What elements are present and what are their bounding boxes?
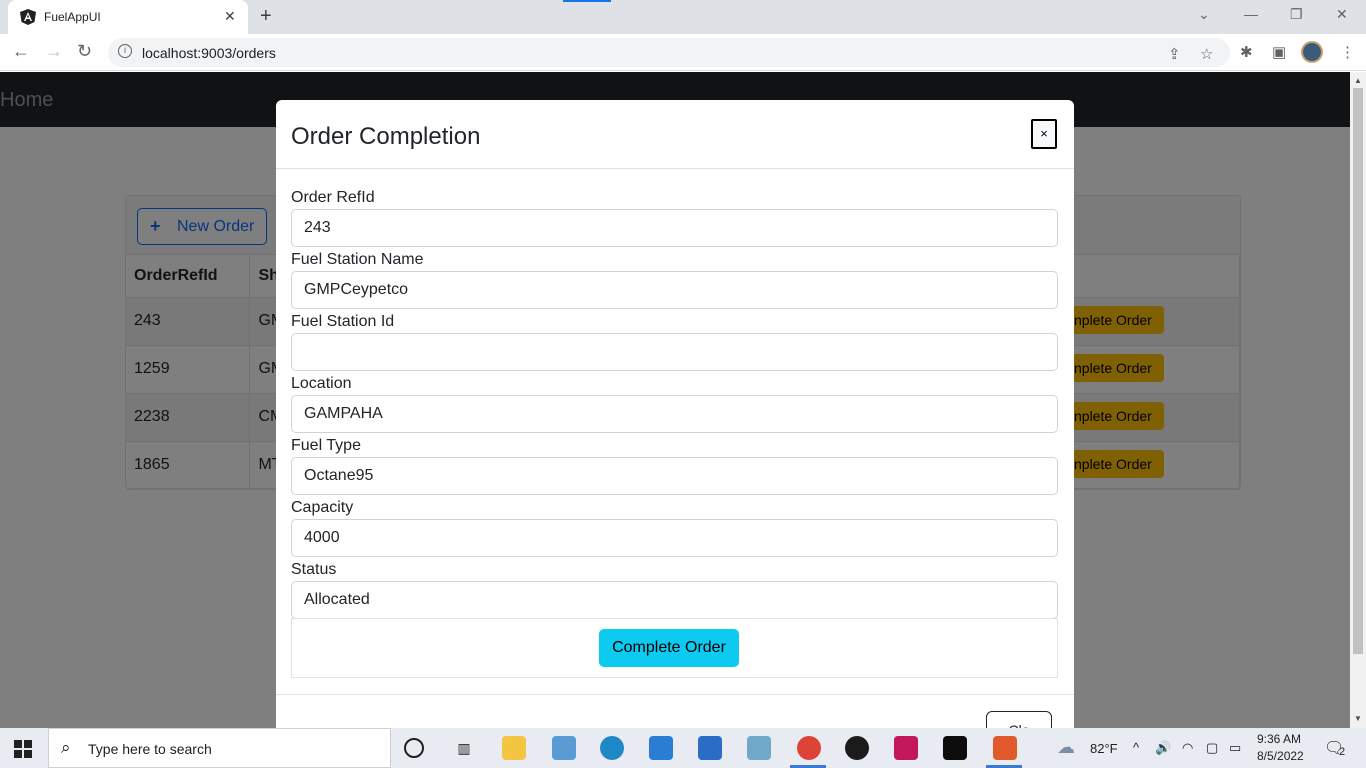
taskbar: ⌕ Type here to search ▥ ☁ 82°F ^ 🔊 ◠ ▢ ▭…: [0, 728, 1366, 768]
new-tab-icon[interactable]: +: [260, 5, 272, 28]
mail-icon[interactable]: [649, 736, 673, 760]
modal-footer: Clo: [276, 694, 1074, 728]
fuel-station-name-label: Fuel Station Name: [291, 251, 424, 268]
clock-date[interactable]: 8/5/2022: [1257, 749, 1304, 763]
taskbar-search-input[interactable]: ⌕ Type here to search: [48, 728, 391, 768]
fuel-type-input[interactable]: Octane95: [291, 457, 1058, 495]
edge-icon[interactable]: [600, 736, 624, 760]
reload-icon[interactable]: ↻: [77, 41, 92, 62]
windows-start-icon[interactable]: [14, 740, 32, 758]
search-icon: ⌕: [61, 738, 71, 757]
capacity-label: Capacity: [291, 499, 354, 516]
tray-chevron-icon[interactable]: ^: [1133, 740, 1139, 755]
angular-icon: [20, 9, 36, 25]
weather-temp[interactable]: 82°F: [1090, 741, 1118, 756]
task-view-icon[interactable]: ▥: [452, 736, 476, 760]
star-icon[interactable]: ☆: [1200, 45, 1213, 63]
minimize-icon[interactable]: —: [1244, 6, 1258, 22]
tab-loading-indicator: [563, 0, 611, 2]
weather-icon[interactable]: ☁: [1057, 737, 1075, 758]
search-placeholder: Type here to search: [88, 741, 212, 757]
display-icon[interactable]: ▢: [1206, 740, 1218, 756]
postman-icon[interactable]: [993, 736, 1017, 760]
browser-tab[interactable]: FuelAppUI ✕: [8, 0, 248, 34]
status-label: Status: [291, 561, 337, 578]
store-icon[interactable]: [698, 736, 722, 760]
fuel-type-label: Fuel Type: [291, 437, 361, 454]
restore-icon[interactable]: ❐: [1290, 6, 1303, 23]
sidebar-icon[interactable]: ▣: [1272, 43, 1286, 61]
fuel-station-id-input[interactable]: [291, 333, 1058, 371]
address-bar-row: ← → ↻ i localhost:9003/orders ⇪ ☆ ✱ ▣ ⋮: [0, 34, 1366, 71]
complete-order-container: Complete Order: [291, 618, 1058, 678]
page-scrollbar[interactable]: ▲ ▼: [1350, 72, 1366, 728]
url-input[interactable]: i localhost:9003/orders ⇪ ☆: [108, 38, 1230, 67]
clock-time[interactable]: 9:36 AM: [1257, 732, 1301, 746]
network-icon[interactable]: ◠: [1182, 740, 1193, 756]
notifications-count: 2: [1339, 746, 1346, 758]
page-content: Home + New Order OrderRefId Sh 243 GMnpl…: [0, 72, 1350, 728]
profile-avatar[interactable]: [1301, 41, 1323, 63]
tab-search-icon[interactable]: ⌄: [1198, 6, 1210, 23]
fuel-station-id-label: Fuel Station Id: [291, 313, 395, 330]
menu-icon[interactable]: ⋮: [1340, 43, 1355, 61]
order-refid-label: Order RefId: [291, 189, 375, 206]
scroll-up-icon[interactable]: ▲: [1354, 76, 1362, 85]
mongodb-icon[interactable]: [845, 736, 869, 760]
complete-order-button[interactable]: Complete Order: [599, 629, 739, 667]
modal-close-icon[interactable]: ×: [1031, 119, 1057, 149]
window-close-icon[interactable]: ✕: [1336, 6, 1348, 23]
scroll-thumb[interactable]: [1353, 88, 1363, 654]
fuel-station-name-input[interactable]: GMPCeypetco: [291, 271, 1058, 309]
order-completion-modal: Order Completion × Order RefId 243 Fuel …: [276, 100, 1074, 728]
share-icon[interactable]: ⇪: [1168, 45, 1181, 63]
chrome-icon[interactable]: [797, 736, 821, 760]
capacity-input[interactable]: 4000: [291, 519, 1058, 557]
file-explorer-icon[interactable]: [502, 736, 526, 760]
terminal-icon[interactable]: [943, 736, 967, 760]
modal-title: Order Completion: [291, 123, 481, 150]
notepad-icon[interactable]: [747, 736, 771, 760]
site-info-icon[interactable]: i: [118, 44, 132, 58]
battery-icon[interactable]: ▭: [1229, 740, 1241, 756]
location-input[interactable]: GAMPAHA: [291, 395, 1058, 433]
close-button[interactable]: Clo: [986, 711, 1052, 728]
browser-tab-bar: FuelAppUI ✕ + ⌄ — ❐ ✕: [0, 0, 1366, 34]
tab-close-icon[interactable]: ✕: [224, 8, 236, 25]
tab-title: FuelAppUI: [44, 10, 101, 24]
extensions-icon[interactable]: ✱: [1240, 43, 1253, 61]
status-input[interactable]: Allocated: [291, 581, 1058, 619]
cortana-icon[interactable]: [404, 738, 424, 758]
volume-icon[interactable]: 🔊: [1155, 740, 1171, 756]
intellij-icon[interactable]: [894, 736, 918, 760]
location-label: Location: [291, 375, 352, 392]
url-text: localhost:9003/orders: [142, 45, 276, 61]
back-icon[interactable]: ←: [12, 41, 30, 62]
app-icon[interactable]: [552, 736, 576, 760]
forward-icon[interactable]: →: [45, 41, 63, 62]
scroll-down-icon[interactable]: ▼: [1354, 714, 1362, 723]
order-refid-input[interactable]: 243: [291, 209, 1058, 247]
modal-header: Order Completion ×: [276, 100, 1074, 169]
